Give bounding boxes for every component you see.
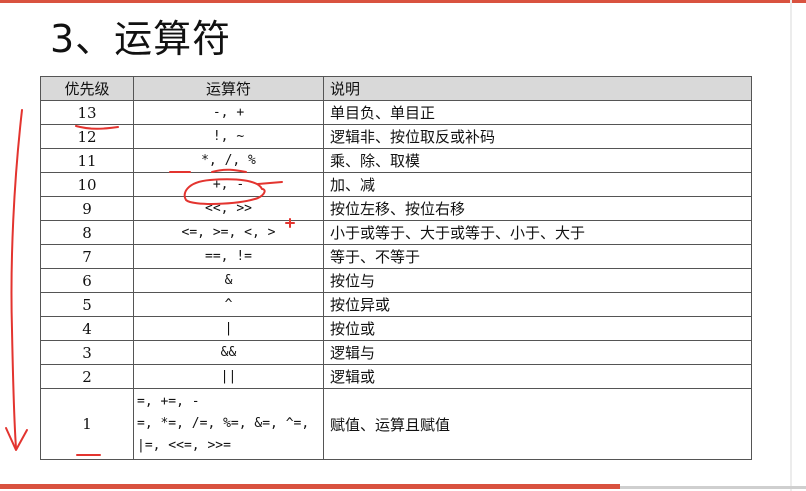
description-cell: 加、减 — [323, 172, 752, 197]
operator-cell: *, /, % — [133, 148, 324, 173]
description-cell: 乘、除、取模 — [323, 148, 752, 173]
priority-cell: 2 — [40, 364, 134, 389]
priority-cell: 4 — [40, 316, 134, 341]
priority-cell: 5 — [40, 292, 134, 317]
operator-cell: ^ — [133, 292, 324, 317]
table-row: 9 <<, >> 按位左移、按位右移 — [40, 196, 752, 221]
description-cell: 逻辑或 — [323, 364, 752, 389]
description-cell: 等于、不等于 — [323, 244, 752, 269]
header-priority: 优先级 — [40, 76, 134, 101]
priority-cell: 9 — [40, 196, 134, 221]
bottom-accent-bar — [0, 484, 620, 489]
table-row: 6 & 按位与 — [40, 268, 752, 293]
operator-cell: & — [133, 268, 324, 293]
description-cell: 按位左移、按位右移 — [323, 196, 752, 221]
operator-cell: || — [133, 364, 324, 389]
priority-cell: 13 — [40, 100, 134, 125]
operator-line: =, +=, - — [137, 394, 200, 409]
operator-cell: -, + — [133, 100, 324, 125]
operator-line: =, *=, /=, %=, &=, ^=, — [137, 416, 310, 431]
header-description: 说明 — [323, 76, 752, 101]
priority-cell: 8 — [40, 220, 134, 245]
operator-cell: ==, != — [133, 244, 324, 269]
table-row: 8 <=, >=, <, > 小于或等于、大于或等于、小于、大于 — [40, 220, 752, 245]
description-cell: 单目负、单目正 — [323, 100, 752, 125]
operator-cell: <=, >=, <, > — [133, 220, 324, 245]
table-row: 4 | 按位或 — [40, 316, 752, 341]
priority-cell: 6 — [40, 268, 134, 293]
header-operator: 运算符 — [133, 76, 324, 101]
operator-cell: | — [133, 316, 324, 341]
operator-cell: <<, >> — [133, 196, 324, 221]
description-cell: 赋值、运算且赋值 — [323, 388, 752, 460]
priority-cell: 10 — [40, 172, 134, 197]
precedence-arrow-line — [10, 109, 23, 449]
operator-cell: +, - — [133, 172, 324, 197]
top-accent-bar — [0, 0, 806, 3]
table-row: 1 =, +=, - =, *=, /=, %=, &=, ^=, |=, <<… — [40, 388, 752, 460]
operator-cell: && — [133, 340, 324, 365]
description-cell: 小于或等于、大于或等于、小于、大于 — [323, 220, 752, 245]
description-cell: 逻辑非、按位取反或补码 — [323, 124, 752, 149]
description-cell: 按位与 — [323, 268, 752, 293]
table-row: 11 *, /, % 乘、除、取模 — [40, 148, 752, 173]
priority-cell: 12 — [40, 124, 134, 149]
table-row: 2 || 逻辑或 — [40, 364, 752, 389]
precedence-arrow-head — [5, 427, 28, 451]
table-row: 7 ==, != 等于、不等于 — [40, 244, 752, 269]
slide-right-edge — [790, 0, 792, 491]
operator-cell-multiline: =, +=, - =, *=, /=, %=, &=, ^=, |=, <<=,… — [133, 388, 324, 460]
description-cell: 按位或 — [323, 316, 752, 341]
table-row: 13 -, + 单目负、单目正 — [40, 100, 752, 125]
operator-line: |=, <<=, >>= — [137, 438, 231, 453]
priority-cell: 7 — [40, 244, 134, 269]
table-header-row: 优先级 运算符 说明 — [40, 76, 752, 101]
description-cell: 逻辑与 — [323, 340, 752, 365]
bottom-gray-bar — [620, 486, 806, 489]
operator-cell: !, ~ — [133, 124, 324, 149]
operator-precedence-table: 优先级 运算符 说明 13 -, + 单目负、单目正 12 !, ~ 逻辑非、按… — [40, 76, 752, 460]
description-cell: 按位异或 — [323, 292, 752, 317]
table-row: 12 !, ~ 逻辑非、按位取反或补码 — [40, 124, 752, 149]
table-row: 10 +, - 加、减 — [40, 172, 752, 197]
priority-cell: 3 — [40, 340, 134, 365]
priority-cell: 11 — [40, 148, 134, 173]
priority-cell: 1 — [40, 388, 134, 460]
slide-title: 3、运算符 — [50, 17, 232, 61]
table-row: 3 && 逻辑与 — [40, 340, 752, 365]
table-row: 5 ^ 按位异或 — [40, 292, 752, 317]
